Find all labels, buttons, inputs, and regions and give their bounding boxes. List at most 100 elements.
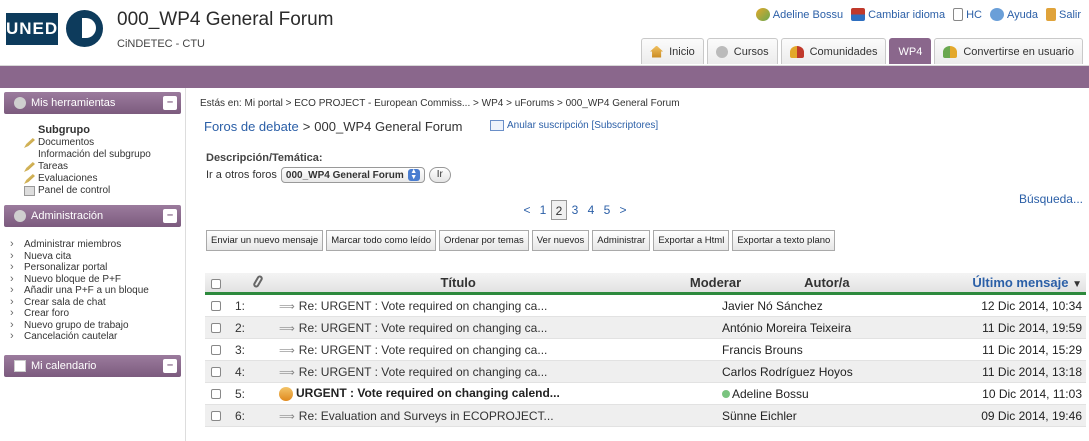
chevron-right-icon: › bbox=[10, 261, 14, 273]
sidebar-item-nuevo-bloque[interactable]: › Nuevo bloque de P+F bbox=[10, 273, 185, 286]
tools-panel-header[interactable]: Mis herramientas – bbox=[4, 92, 181, 114]
sidebar-item-panel-control[interactable]: Panel de control bbox=[0, 185, 185, 197]
top-navigation: Inicio Cursos Comunidades WP4 Convertirs… bbox=[641, 38, 1083, 64]
logout-label: Salir bbox=[1058, 8, 1081, 21]
pencil-icon bbox=[24, 162, 35, 172]
breadcrumb-item[interactable]: 000_WP4 General Forum bbox=[566, 98, 680, 109]
hc-link[interactable]: HC bbox=[953, 8, 982, 21]
collapse-icon[interactable]: – bbox=[163, 209, 177, 223]
row-title-cell[interactable]: ⟹ Re: Evaluation and Surveys in ECOPROJEC… bbox=[279, 409, 639, 423]
sidebar-item-label: Crear foro bbox=[24, 308, 70, 319]
export-html-button[interactable]: Exportar a Html bbox=[653, 230, 730, 251]
tab-inicio[interactable]: Inicio bbox=[641, 38, 704, 64]
view-new-button[interactable]: Ver nuevos bbox=[531, 230, 590, 251]
goto-forums: Ir a otros foros 000_WP4 General Forum ▲… bbox=[206, 167, 451, 183]
table-row[interactable]: 2: ⟹ Re: URGENT : Vote required on changi… bbox=[205, 317, 1086, 339]
page-link[interactable]: 3 bbox=[567, 200, 583, 220]
table-row[interactable]: 3: ⟹ Re: URGENT : Vote required on changi… bbox=[205, 339, 1086, 361]
row-checkbox[interactable] bbox=[211, 411, 221, 422]
uned-logo[interactable]: UNED bbox=[6, 13, 58, 45]
sidebar-item-nuevo-grupo[interactable]: › Nuevo grupo de trabajo bbox=[10, 319, 185, 332]
col-author[interactable]: Autor/a bbox=[747, 275, 906, 290]
row-title-cell[interactable]: ⟹ Re: URGENT : Vote required on changing … bbox=[279, 343, 639, 357]
tab-inicio-label: Inicio bbox=[669, 45, 695, 58]
collapse-icon[interactable]: – bbox=[163, 358, 177, 373]
sidebar-item-anadir-pf[interactable]: › Añadir una P+F a un bloque bbox=[10, 284, 185, 297]
admin-panel-header[interactable]: Administración – bbox=[4, 205, 181, 227]
row-title-cell[interactable]: URGENT : Vote required on changing calen… bbox=[279, 386, 639, 401]
row-title-cell[interactable]: ⟹ Re: URGENT : Vote required on changing … bbox=[279, 321, 639, 335]
breadcrumb-item[interactable]: uForums bbox=[515, 98, 554, 109]
go-button[interactable]: Ir bbox=[428, 167, 451, 183]
online-status-icon bbox=[722, 390, 730, 399]
sidebar-item-crear-sala-chat[interactable]: › Crear sala de chat bbox=[10, 296, 185, 309]
sidebar-item-evaluaciones[interactable]: Evaluaciones bbox=[0, 173, 185, 185]
main-content: Estás en: Mi portal > ECO PROJECT - Euro… bbox=[200, 88, 1086, 441]
tab-comunidades[interactable]: Comunidades bbox=[780, 38, 887, 64]
forum-select[interactable]: 000_WP4 General Forum ▲ ▼ bbox=[280, 167, 425, 183]
sort-by-topic-button[interactable]: Ordenar por temas bbox=[439, 230, 529, 251]
row-checkbox[interactable] bbox=[211, 323, 221, 334]
sidebar-item-cancelacion-cautelar[interactable]: › Cancelación cautelar bbox=[10, 330, 185, 343]
sidebar-item-label: Documentos bbox=[38, 137, 95, 148]
envelope-icon bbox=[490, 120, 504, 131]
breadcrumb-item[interactable]: WP4 bbox=[482, 98, 504, 109]
search-link[interactable]: Búsqueda... bbox=[1019, 192, 1083, 206]
reply-arrow-icon: ⟹ bbox=[279, 366, 295, 379]
help-link[interactable]: Ayuda bbox=[989, 8, 1038, 21]
table-row[interactable]: 5: URGENT : Vote required on changing ca… bbox=[205, 383, 1086, 405]
next-page-button[interactable]: > bbox=[615, 200, 631, 220]
calendar-panel-title: Mi calendario bbox=[31, 359, 97, 372]
row-checkbox[interactable] bbox=[211, 389, 221, 400]
site-title: 000_WP4 General Forum bbox=[117, 9, 334, 30]
forums-link[interactable]: Foros de debate bbox=[204, 119, 299, 134]
mark-all-read-button[interactable]: Marcar todo como leído bbox=[326, 230, 437, 251]
row-checkbox[interactable] bbox=[211, 345, 221, 356]
breadcrumb-item[interactable]: ECO PROJECT - European Commiss... bbox=[294, 98, 470, 109]
sidebar-item-documentos[interactable]: Documentos bbox=[0, 137, 185, 149]
user-links: Adeline Bossu Cambiar idioma HC Ayuda Sa… bbox=[755, 8, 1081, 21]
collapse-icon[interactable]: – bbox=[163, 96, 177, 110]
tab-wp4[interactable]: WP4 bbox=[889, 38, 932, 64]
breadcrumb-item[interactable]: Mi portal bbox=[244, 98, 282, 109]
sidebar-item-label: Evaluaciones bbox=[38, 173, 98, 184]
action-toolbar: Enviar un nuevo mensaje Marcar todo como… bbox=[206, 230, 836, 251]
sidebar-item-informacion[interactable]: Información del subgrupo bbox=[0, 149, 185, 161]
row-checkbox[interactable] bbox=[211, 301, 221, 312]
manage-button[interactable]: Administrar bbox=[592, 230, 651, 251]
prev-page-button[interactable]: < bbox=[519, 200, 535, 220]
unsubscribe-link[interactable]: Anular suscripción [Subscriptores] bbox=[490, 120, 658, 131]
col-title[interactable]: Título bbox=[279, 275, 638, 290]
pagination: < 1 2 3 4 5 > bbox=[519, 200, 631, 220]
page-link[interactable]: 1 bbox=[535, 200, 551, 220]
user-profile-link[interactable]: Adeline Bossu bbox=[755, 8, 843, 21]
tab-convertirse[interactable]: Convertirse en usuario bbox=[934, 38, 1083, 64]
table-row[interactable]: 6: ⟹ Re: Evaluation and Surveys in ECOPRO… bbox=[205, 405, 1086, 427]
export-text-button[interactable]: Exportar a texto plano bbox=[732, 230, 836, 251]
page-link[interactable]: 4 bbox=[583, 200, 599, 220]
row-title-cell[interactable]: ⟹ Re: URGENT : Vote required on changing … bbox=[279, 299, 639, 313]
sidebar-item-nueva-cita[interactable]: › Nueva cita bbox=[10, 250, 185, 263]
change-language-link[interactable]: Cambiar idioma bbox=[851, 8, 945, 21]
sidebar-item-label: Nuevo bloque de P+F bbox=[24, 273, 122, 285]
col-moderate[interactable]: Moderar bbox=[638, 275, 748, 290]
row-checkbox[interactable] bbox=[211, 367, 221, 378]
sidebar-item-tareas[interactable]: Tareas bbox=[0, 161, 185, 173]
sidebar-item-crear-foro[interactable]: › Crear foro bbox=[10, 307, 185, 320]
page-link[interactable]: 5 bbox=[599, 200, 615, 220]
col-last-message[interactable]: Último mensaje ▼ bbox=[907, 275, 1086, 290]
tools-panel-title: Mis herramientas bbox=[31, 97, 116, 109]
row-title-cell[interactable]: ⟹ Re: URGENT : Vote required on changing … bbox=[279, 365, 639, 379]
sidebar-item-administrar-miembros[interactable]: › Administrar miembros bbox=[10, 238, 185, 251]
sidebar-item-personalizar-portal[interactable]: › Personalizar portal bbox=[10, 261, 185, 274]
select-all-checkbox[interactable] bbox=[211, 278, 221, 289]
logout-link[interactable]: Salir bbox=[1045, 8, 1081, 21]
calendar-panel-header[interactable]: Mi calendario – bbox=[4, 354, 181, 377]
table-row[interactable]: 1: ⟹ Re: URGENT : Vote required on changi… bbox=[205, 295, 1086, 317]
row-title: Re: URGENT : Vote required on changing c… bbox=[298, 342, 548, 357]
page-heading: Foros de debate > 000_WP4 General Forum bbox=[204, 119, 462, 134]
tab-cursos[interactable]: Cursos bbox=[706, 38, 778, 64]
new-message-button[interactable]: Enviar un nuevo mensaje bbox=[206, 230, 324, 251]
control-panel-icon bbox=[24, 186, 35, 196]
table-row[interactable]: 4: ⟹ Re: URGENT : Vote required on changi… bbox=[205, 361, 1086, 383]
